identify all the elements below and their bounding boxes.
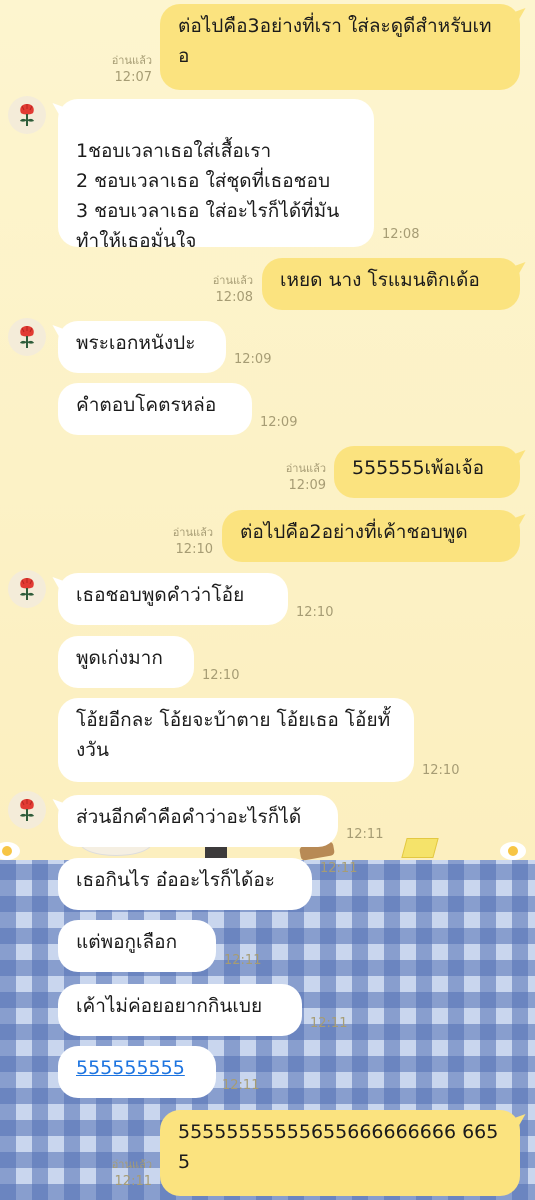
red-flower-icon	[20, 799, 34, 821]
message-time: 12:10	[422, 763, 460, 778]
message-time: 12:11	[320, 861, 358, 876]
message-bubble-incoming[interactable]: โอ้ยอีกละ โอ้ยจะบ้าตาย โอ้ยเธอ โอ้ยทั้งว…	[58, 698, 414, 782]
contact-avatar[interactable]	[8, 318, 46, 356]
message-time: 12:11	[310, 1016, 348, 1031]
message-bubble-outgoing[interactable]: เหยด นาง โรแมนติกเด้อ	[262, 258, 520, 310]
message-text: แต่พอกูเลือก	[76, 931, 178, 953]
message-meta: อ่านแล้ว 12:08	[213, 272, 253, 306]
message-time: 12:11	[114, 1174, 152, 1189]
message-bubble-outgoing[interactable]: ต่อไปคือ2อย่างที่เค้าชอบพูด	[222, 510, 520, 562]
message-time: 12:11	[224, 953, 262, 968]
red-flower-icon	[20, 326, 34, 348]
message-text: เธอชอบพูดคำว่าโอ้ย	[76, 584, 245, 606]
message-bubble-incoming[interactable]: พระเอกหนังปะ	[58, 321, 226, 373]
message-text: คำตอบโคตรหล่อ	[76, 394, 217, 416]
read-receipt: อ่านแล้ว	[212, 274, 253, 287]
message-time: 12:11	[346, 827, 384, 842]
message-meta: อ่านแล้ว 12:10	[173, 524, 213, 558]
message-time: 12:08	[382, 227, 420, 242]
message-bubble-incoming[interactable]: เธอชอบพูดคำว่าโอ้ย	[58, 573, 288, 625]
message-bubble-outgoing[interactable]: ต่อไปคือ3อย่างที่เรา ใส่ละดูดีสำหรับเทอ	[160, 4, 520, 90]
message-bubble-outgoing[interactable]: 55555555555655666666666 6655	[160, 1110, 520, 1196]
message-time: 12:09	[260, 415, 298, 430]
message-bubble-incoming[interactable]: คำตอบโคตรหล่อ	[58, 383, 252, 435]
message-bubble-incoming[interactable]: พูดเก่งมาก	[58, 636, 194, 688]
message-text: เธอกินไร อ๋ออะไรก็ได้อะ	[76, 869, 276, 891]
message-meta: อ่านแล้ว 12:07	[112, 52, 152, 86]
message-bubble-incoming[interactable]: 555555555	[58, 1046, 216, 1098]
message-time: 12:09	[234, 352, 272, 367]
message-text: พูดเก่งมาก	[76, 647, 163, 669]
fried-egg-decoration	[500, 842, 526, 860]
message-meta: อ่านแล้ว 12:11	[112, 1156, 152, 1190]
contact-avatar[interactable]	[8, 570, 46, 608]
message-text: 555555เพ้อเจ้อ	[352, 457, 484, 479]
read-receipt: อ่านแล้ว	[111, 1158, 152, 1171]
message-bubble-outgoing[interactable]: 555555เพ้อเจ้อ	[334, 446, 520, 498]
message-bubble-incoming[interactable]: 1ชอบเวลาเธอใส่เสื้อเรา 2 ชอบเวลาเธอ ใส่ช…	[58, 99, 374, 252]
message-bubble-incoming[interactable]: ส่วนอีกคำคือคำว่าอะไรก็ได้	[58, 795, 338, 847]
message-time: 12:09	[288, 478, 326, 493]
message-text: 55555555555655666666666 6655	[178, 1121, 499, 1173]
message-text: ต่อไปคือ2อย่างที่เค้าชอบพูด	[240, 521, 468, 543]
message-bubble-incoming[interactable]: เค้าไม่ค่อยอยากกินเบย	[58, 984, 302, 1036]
message-meta: อ่านแล้ว 12:09	[286, 460, 326, 494]
read-receipt: อ่านแล้ว	[285, 462, 326, 475]
butter-decoration	[401, 838, 439, 858]
message-text: ต่อไปคือ3อย่างที่เรา ใส่ละดูดีสำหรับเทอ	[178, 15, 492, 67]
red-flower-icon	[20, 578, 34, 600]
message-text: พระเอกหนังปะ	[76, 332, 196, 354]
read-receipt: อ่านแล้ว	[111, 54, 152, 67]
message-time: 12:11	[222, 1078, 260, 1093]
message-text: 1ชอบเวลาเธอใส่เสื้อเรา 2 ชอบเวลาเธอ ใส่ช…	[76, 140, 340, 252]
message-link[interactable]: 555555555	[76, 1057, 185, 1079]
message-time: 12:08	[215, 290, 253, 305]
message-bubble-incoming[interactable]: แต่พอกูเลือก	[58, 920, 216, 972]
message-time: 12:10	[202, 668, 240, 683]
message-text: ส่วนอีกคำคือคำว่าอะไรก็ได้	[76, 806, 302, 828]
message-time: 12:10	[175, 542, 213, 557]
message-text: โอ้ยอีกละ โอ้ยจะบ้าตาย โอ้ยเธอ โอ้ยทั้งว…	[76, 709, 391, 761]
message-time: 12:10	[296, 605, 334, 620]
message-text: เค้าไม่ค่อยอยากกินเบย	[76, 995, 263, 1017]
red-flower-icon	[20, 104, 34, 126]
message-time: 12:07	[114, 70, 152, 85]
message-text: เหยด นาง โรแมนติกเด้อ	[280, 269, 480, 291]
read-receipt: อ่านแล้ว	[172, 526, 213, 539]
message-bubble-incoming[interactable]: เธอกินไร อ๋ออะไรก็ได้อะ	[58, 858, 312, 910]
contact-avatar[interactable]	[8, 96, 46, 134]
contact-avatar[interactable]	[8, 791, 46, 829]
